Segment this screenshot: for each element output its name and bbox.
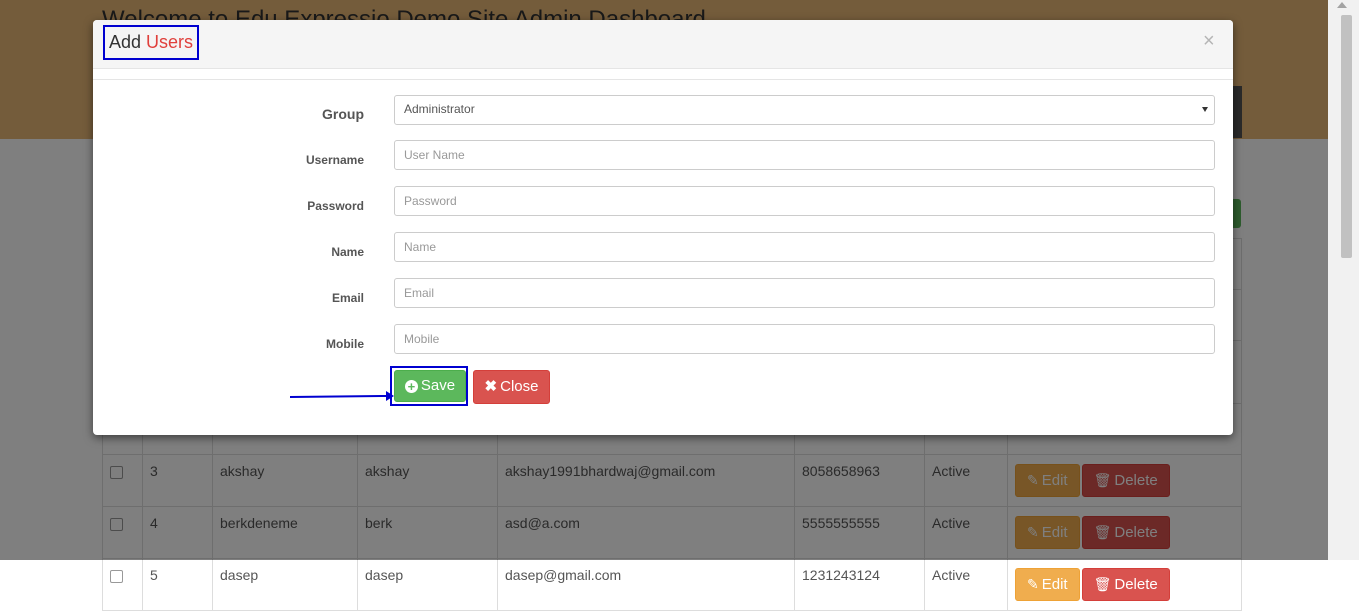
email-input[interactable] — [394, 278, 1215, 308]
cell-email: dasep@gmail.com — [497, 558, 795, 611]
trash-icon: 🗑 — [1093, 576, 1112, 592]
edit-label: Edit — [1041, 576, 1068, 593]
delete-button[interactable]: 🗑Delete — [1081, 568, 1170, 601]
modal-title: Add Users — [103, 25, 200, 60]
close-button[interactable]: ✖ Close — [473, 370, 550, 404]
modal-title-accent: Users — [146, 32, 194, 52]
group-label: Group — [322, 106, 364, 122]
scroll-thumb[interactable] — [1341, 15, 1352, 258]
cell-mobile: 1231243124 — [794, 558, 925, 611]
plus-circle-icon: + — [404, 380, 418, 393]
password-input[interactable] — [394, 186, 1215, 216]
email-label: Email — [331, 291, 364, 305]
modal-title-prefix: Add — [109, 32, 142, 52]
username-input[interactable] — [394, 140, 1215, 170]
modal-header — [93, 20, 1233, 69]
modal-close-icon[interactable]: × — [1203, 30, 1215, 53]
scroll-up-icon[interactable] — [1337, 2, 1347, 8]
mobile-label: Mobile — [326, 337, 364, 351]
cell-username: dasep — [357, 558, 498, 611]
save-label: Save — [420, 377, 456, 394]
modal-divider — [93, 79, 1233, 80]
edit-button[interactable]: ✎Edit — [1015, 568, 1080, 601]
edit-icon: ✎ — [1027, 576, 1039, 592]
name-input[interactable] — [394, 232, 1215, 262]
annotation-arrow-icon — [290, 391, 394, 401]
name-label: Name — [331, 245, 364, 259]
caret-down-icon — [1202, 107, 1208, 112]
delete-label: Delete — [1114, 576, 1158, 593]
cell-status: Active — [924, 558, 1008, 611]
cell-name: dasep — [212, 558, 358, 611]
mobile-input[interactable] — [394, 324, 1215, 354]
cell-no: 5 — [142, 558, 213, 611]
save-button[interactable]: + Save — [394, 370, 466, 402]
close-label: Close — [500, 378, 539, 395]
row-checkbox[interactable] — [110, 570, 123, 583]
password-label: Password — [307, 199, 364, 213]
table-row: 5 dasep dasep dasep@gmail.com 1231243124… — [102, 558, 1242, 611]
group-select[interactable]: Administrator — [394, 95, 1215, 125]
times-icon: ✖ — [484, 378, 498, 395]
scrollbar[interactable] — [1328, 0, 1359, 560]
username-label: Username — [305, 153, 364, 167]
add-users-modal: Add Users × Group Administrator Username… — [93, 20, 1233, 435]
group-select-value: Administrator — [404, 102, 475, 116]
